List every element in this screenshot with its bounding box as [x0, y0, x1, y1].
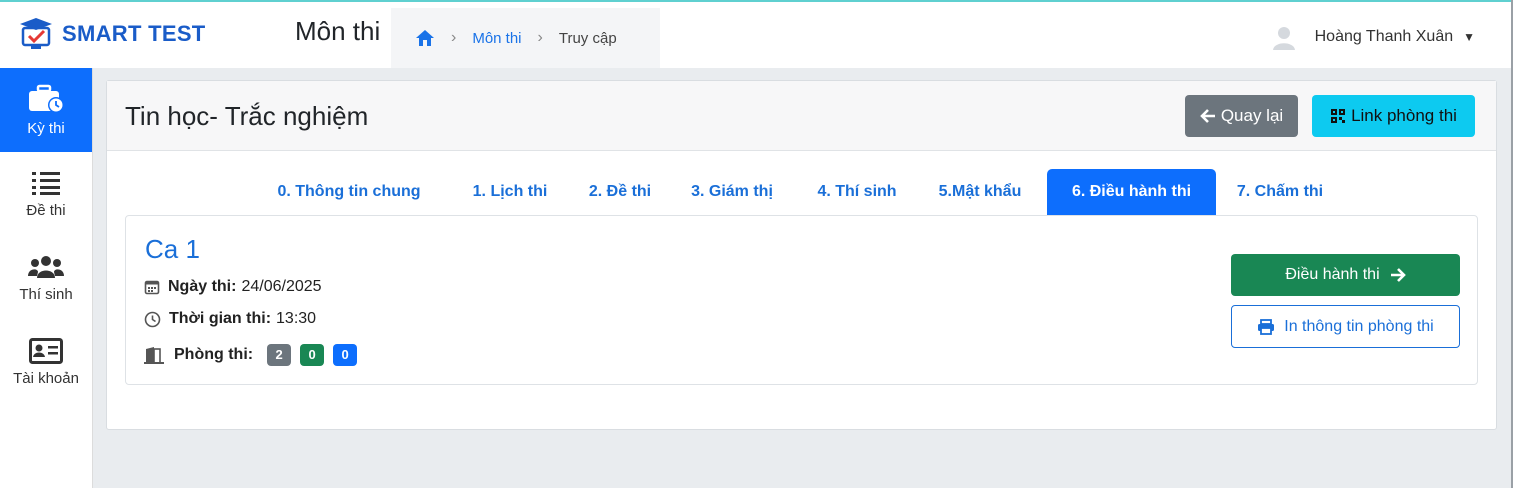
- room-badge-total: 2: [267, 344, 292, 366]
- run-exam-label: Điều hành thi: [1285, 266, 1380, 283]
- breadcrumb-current: Truy cập: [558, 29, 617, 47]
- card-title: Tin học- Trắc nghiệm: [125, 101, 369, 131]
- exam-date-row: Ngày thi: 24/06/2025: [144, 278, 322, 296]
- avatar: [1272, 27, 1295, 50]
- id-card-icon: [29, 337, 63, 364]
- door-icon: [144, 347, 164, 364]
- print-room-info-button[interactable]: In thông tin phòng thi: [1231, 305, 1460, 348]
- print-room-info-label: In thông tin phòng thi: [1284, 317, 1434, 335]
- sidebar-item-label: Tài khoản: [13, 369, 79, 387]
- exam-time-value: 13:30: [276, 310, 317, 327]
- breadcrumb-link-mon-thi[interactable]: Môn thi: [472, 30, 521, 47]
- room-badge-active: 0: [300, 344, 325, 366]
- printer-icon: [1258, 318, 1275, 335]
- run-exam-button[interactable]: Điều hành thi: [1231, 254, 1460, 296]
- exam-card: Tin học- Trắc nghiệm Quay lại Link phòng…: [106, 80, 1497, 430]
- sidebar-item-de-thi[interactable]: Đề thi: [0, 152, 92, 236]
- tab-dieu-hanh-thi[interactable]: 6. Điều hành thi: [1047, 169, 1216, 215]
- sidebar-item-ky-thi[interactable]: Kỳ thi: [0, 68, 92, 152]
- tab-de-thi[interactable]: 2. Đề thi: [575, 169, 665, 215]
- tab-mat-khau[interactable]: 5.Mật khẩu: [925, 169, 1035, 215]
- chevron-right-icon: ›: [451, 29, 457, 46]
- tab-bar: 0. Thông tin chung 1. Lịch thi 2. Đề thi…: [107, 169, 1498, 215]
- exam-room-link-button[interactable]: Link phòng thi: [1312, 95, 1475, 137]
- sidebar: Kỳ thi Đề thi Thí sinh Tài khoản: [0, 68, 93, 488]
- exam-time-row: Thời gian thi: 13:30: [144, 310, 316, 328]
- room-badge-done: 0: [333, 344, 358, 366]
- caret-down-icon: ▼: [1463, 30, 1475, 44]
- sidebar-item-label: Kỳ thi: [27, 119, 65, 137]
- home-icon[interactable]: [415, 29, 435, 47]
- user-menu[interactable]: Hoàng Thanh Xuân ▼: [1271, 24, 1475, 50]
- tab-cham-thi[interactable]: 7. Chấm thi: [1225, 169, 1335, 215]
- sidebar-item-thi-sinh[interactable]: Thí sinh: [0, 236, 92, 320]
- brand-name: SMART TEST: [62, 21, 206, 46]
- chevron-right-icon: ›: [537, 29, 543, 46]
- qrcode-icon: [1331, 109, 1346, 123]
- list-icon: [32, 171, 60, 195]
- back-button-label: Quay lại: [1220, 106, 1284, 125]
- brand-logo[interactable]: SMART TEST: [18, 16, 206, 52]
- clock-icon: [144, 311, 161, 327]
- back-button[interactable]: Quay lại: [1185, 95, 1298, 137]
- exam-time-label: Thời gian thi:: [169, 310, 272, 327]
- sidebar-item-label: Đề thi: [26, 201, 66, 219]
- sidebar-item-tai-khoan[interactable]: Tài khoản: [0, 320, 92, 404]
- briefcase-clock-icon: [29, 84, 64, 113]
- user-name: Hoàng Thanh Xuân: [1314, 28, 1454, 45]
- tab-thong-tin-chung[interactable]: 0. Thông tin chung: [265, 169, 433, 215]
- calendar-icon: [144, 280, 160, 295]
- exam-room-row: Phòng thi: 2 0 0: [144, 344, 358, 366]
- users-icon: [28, 255, 64, 278]
- arrow-left-icon: [1199, 109, 1215, 123]
- tab-thi-sinh[interactable]: 4. Thí sinh: [805, 169, 909, 215]
- exam-date-label: Ngày thi:: [168, 278, 237, 295]
- exam-date-value: 24/06/2025: [241, 278, 322, 295]
- exam-session-panel: Ca 1 Ngày thi: 24/06/2025 Thời gian thi:…: [125, 215, 1478, 385]
- card-header: Tin học- Trắc nghiệm Quay lại Link phòng…: [107, 81, 1496, 151]
- tab-giam-thi[interactable]: 3. Giám thị: [680, 169, 784, 215]
- arrow-right-icon: [1390, 268, 1406, 282]
- tab-lich-thi[interactable]: 1. Lịch thi: [457, 169, 563, 215]
- breadcrumb: › Môn thi › Truy cập: [391, 8, 660, 68]
- top-header: SMART TEST Môn thi › Môn thi › Truy cập …: [0, 2, 1511, 68]
- page-title: Môn thi: [295, 16, 381, 46]
- session-name: Ca 1: [145, 234, 200, 264]
- smart-test-logo-icon: [20, 18, 52, 49]
- exam-room-link-label: Link phòng thi: [1351, 106, 1457, 125]
- sidebar-item-label: Thí sinh: [19, 285, 73, 303]
- exam-room-label: Phòng thi:: [174, 346, 254, 363]
